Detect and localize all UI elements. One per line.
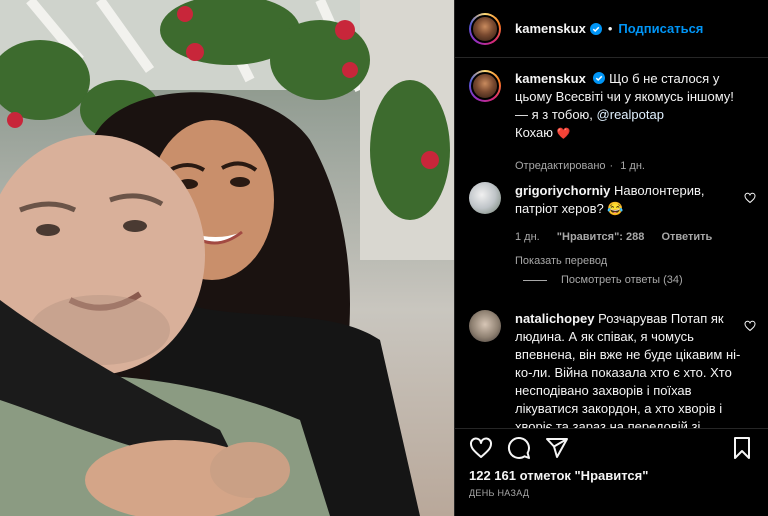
comment-time[interactable]: 1 дн. [515, 231, 540, 243]
commenter-avatar[interactable] [469, 310, 501, 342]
comment-like-heart-icon[interactable] [744, 192, 756, 204]
comments-scroll-area[interactable]: kamenskux Що б не сталося у цьому Всесві… [455, 58, 768, 428]
instagram-post-dialog: kamenskux • Подписаться kamenskux Що б н… [0, 0, 768, 516]
view-replies-button[interactable]: Посмотреть ответы (34) [523, 274, 683, 286]
caption-avatar[interactable] [469, 70, 501, 102]
comment-text: natalichopey Розчарував Потап як людина.… [515, 310, 745, 428]
author-username[interactable]: kamenskux [515, 21, 586, 36]
caption: kamenskux Що б не сталося у цьому Всесві… [455, 70, 768, 175]
comment-like-heart-icon[interactable] [744, 320, 756, 332]
comment-icon[interactable] [507, 436, 531, 460]
action-bar [469, 429, 754, 467]
caption-verified-icon [593, 72, 606, 84]
caption-username[interactable]: kamenskux [515, 71, 586, 86]
caption-time[interactable]: 1 дн. [620, 160, 645, 172]
comment-item: natalichopey Розчарував Потап як людина.… [455, 310, 768, 428]
commenter-avatar[interactable] [469, 182, 501, 214]
post-date[interactable]: ДЕНЬ НАЗАД [469, 488, 754, 498]
heart-icon[interactable] [469, 436, 493, 460]
post-header: kamenskux • Подписаться [455, 0, 768, 58]
comment-reply-button[interactable]: Ответить [661, 231, 712, 243]
comment-username[interactable]: natalichopey [515, 311, 594, 326]
send-icon[interactable] [545, 436, 569, 460]
caption-body-2: Кохаю [515, 125, 553, 140]
caption-mention-link[interactable]: @realpotap [597, 107, 664, 122]
comment-likes-count[interactable]: "Нравится": 288 [557, 231, 645, 243]
bookmark-icon[interactable] [730, 436, 754, 460]
comment-translate-link[interactable]: Показать перевод [515, 252, 754, 270]
comment-body: Розчарував Потап як людина. А як співак,… [515, 311, 741, 428]
likes-count[interactable]: 122 161 отметок "Нравится" [469, 468, 754, 483]
comment-item: grigoriychorniy Наволонтерив, патріот хе… [455, 182, 768, 270]
verified-badge-icon [589, 22, 602, 35]
replies-divider [523, 279, 547, 281]
follow-button[interactable]: Подписаться [618, 21, 703, 36]
caption-heart-emoji: ❤️ [556, 128, 571, 140]
comment-meta: 1 дн. "Нравится": 288 Ответить [515, 228, 754, 246]
view-replies-label: Посмотреть ответы (34) [561, 274, 683, 286]
post-photo[interactable] [0, 0, 454, 516]
caption-text: kamenskux Що б не сталося у цьому Всесві… [515, 70, 743, 143]
comment-username[interactable]: grigoriychorniy [515, 183, 610, 198]
comment-text: grigoriychorniy Наволонтерив, патріот хе… [515, 182, 725, 218]
post-actions: 122 161 отметок "Нравится" ДЕНЬ НАЗАД [455, 428, 768, 516]
post-side-panel: kamenskux • Подписаться kamenskux Що б н… [454, 0, 768, 516]
author-avatar[interactable] [469, 12, 501, 45]
caption-meta: Отредактировано · 1 дн. [515, 160, 645, 172]
caption-edited-label: Отредактировано [515, 160, 606, 172]
photo-illustration [0, 0, 454, 516]
header-separator: • [607, 21, 613, 36]
